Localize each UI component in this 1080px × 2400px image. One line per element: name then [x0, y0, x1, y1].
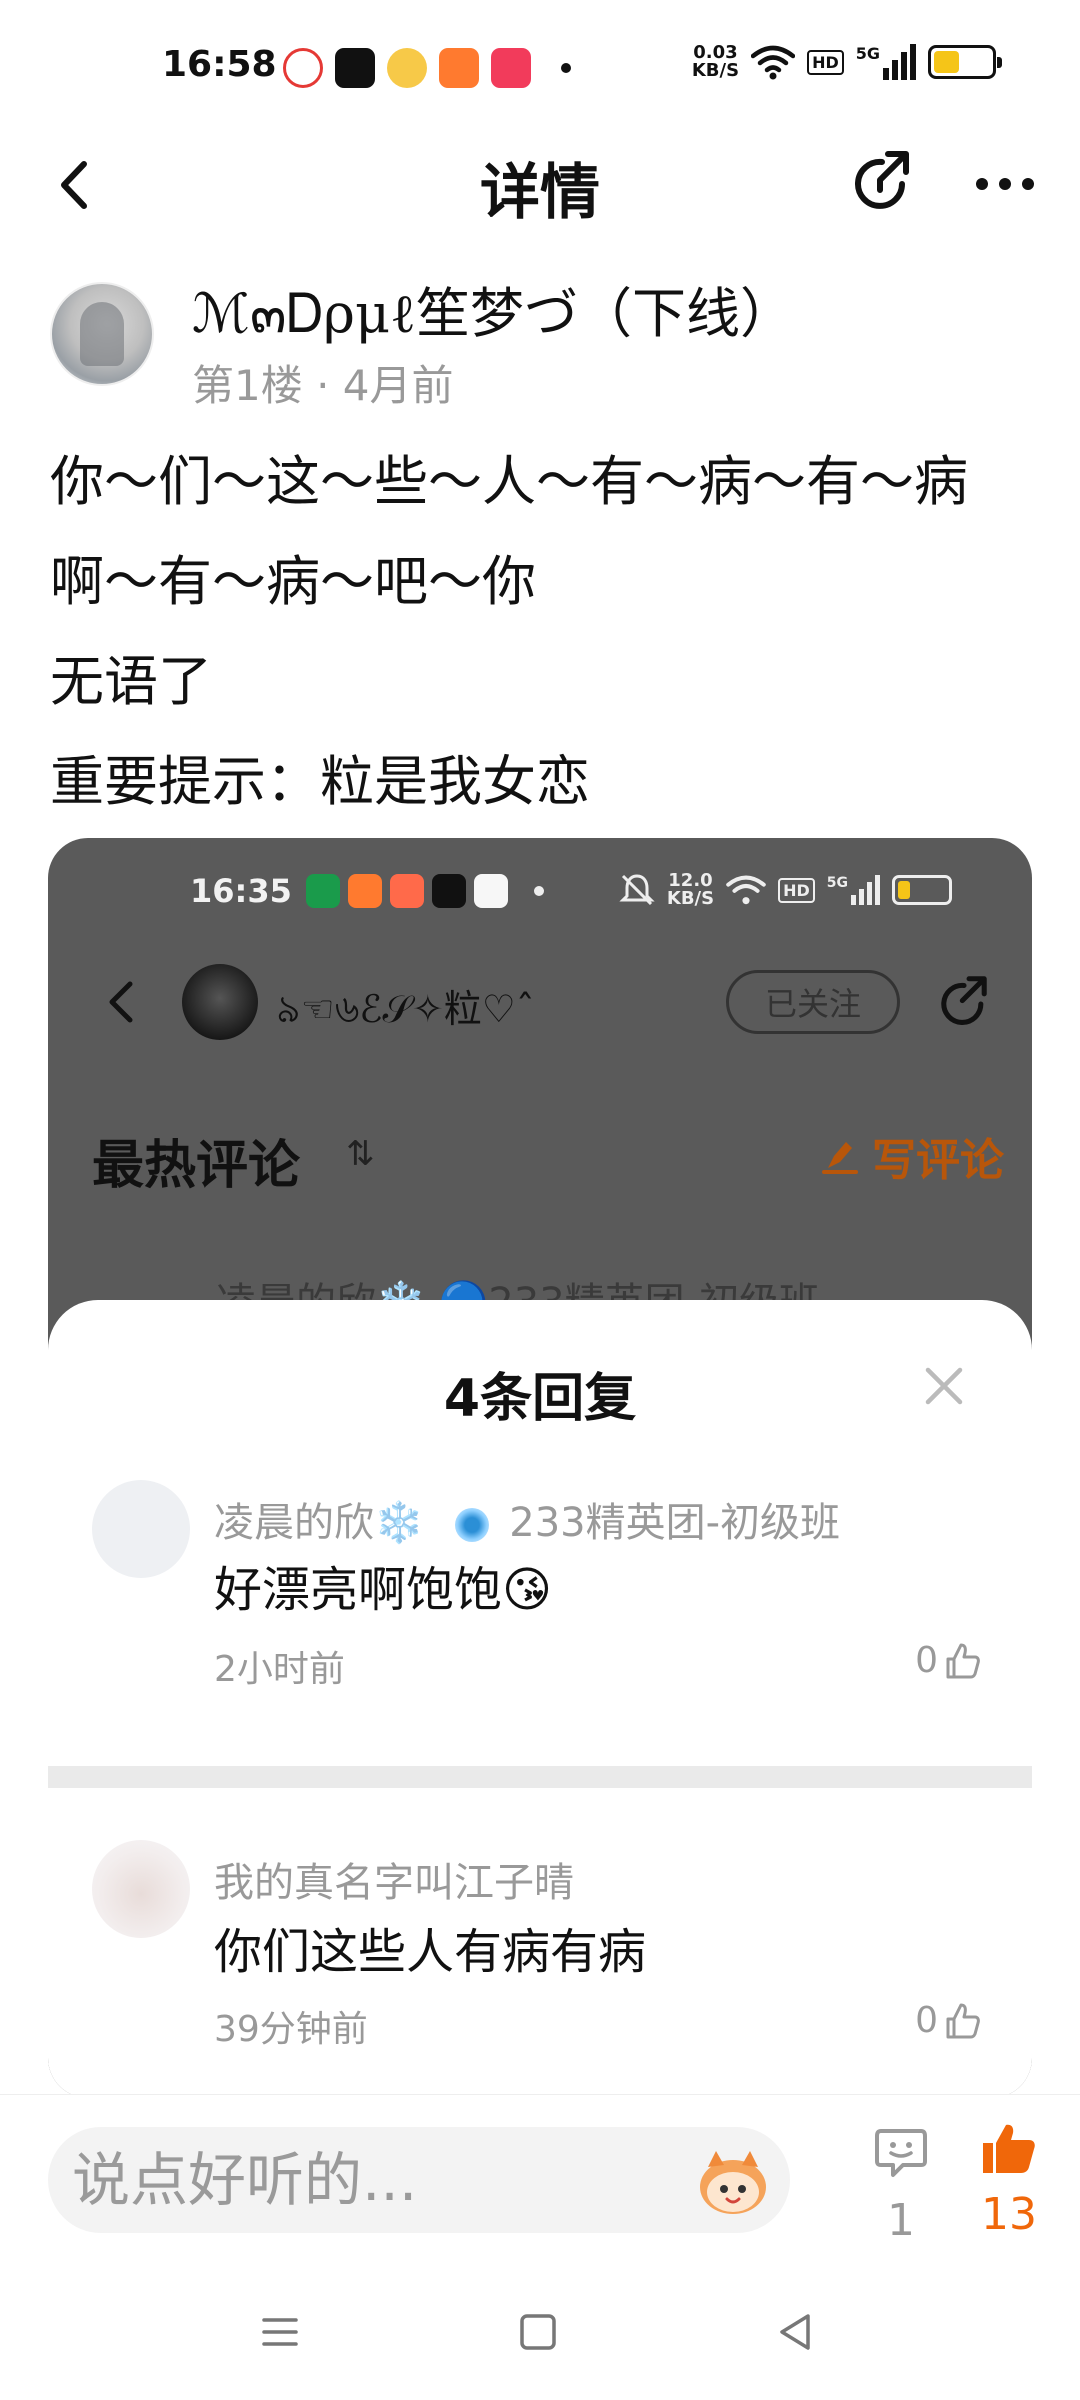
- thumbs-up-icon: [946, 1643, 980, 1678]
- reply-text: 你们这些人有病有病: [214, 1924, 647, 1980]
- reply-like-count: 0: [915, 2000, 938, 2041]
- write-comment-label: 写评论: [872, 1135, 1004, 1186]
- post-line: 无语了: [50, 650, 212, 713]
- thumbs-up-icon: [946, 2003, 980, 2038]
- wifi-icon: [751, 45, 796, 80]
- reply-item: 凌晨的欣❄️ 233精英团-初级班 好漂亮啊饱饱😘 2小时前 0: [48, 1480, 1032, 1740]
- author-name[interactable]: ℳ๓Ꭰρμℓ笙梦づ（下线）: [192, 282, 794, 346]
- comment-input[interactable]: [48, 2127, 790, 2233]
- net-speed: 0.03 KB/S: [692, 44, 739, 80]
- image-hd-badge: HD: [778, 877, 815, 903]
- home-nav-button[interactable]: [508, 2302, 568, 2362]
- image-net-speed: 12.0 KB/S: [667, 872, 714, 908]
- image-status-indicators: 12.0 KB/S HD 5G: [619, 872, 952, 908]
- image-write-comment: 写评论: [820, 1124, 1004, 1188]
- mute-icon: [619, 874, 655, 906]
- reply-author-badge: 233精英团-初级班: [509, 1500, 841, 1546]
- share-icon: [941, 976, 987, 1025]
- tiktok-icon: [432, 874, 466, 908]
- reply-divider: [48, 1766, 1032, 1788]
- reply-author: 凌晨的欣❄️ 233精英团-初级班: [214, 1490, 840, 1548]
- signal-icon: 5G: [856, 44, 916, 80]
- reply-like-count: 0: [915, 1640, 938, 1681]
- more-notifications-dot: [534, 886, 544, 896]
- signal-label: 5G: [855, 44, 880, 63]
- sort-icon: ⇅: [346, 1134, 375, 1174]
- post-author: ℳ๓Ꭰρμℓ笙梦づ（下线） 第1楼 · 4月前: [50, 282, 794, 413]
- pen-icon: [822, 1142, 858, 1174]
- notification-icons: [283, 48, 571, 88]
- post-image[interactable]: 16:35 12.0 KB/S HD 5G ৯☜৬ℰ𝒮✧粒♡ˆ 已关注 最热评论…: [48, 838, 1032, 2098]
- wifi-icon: [726, 875, 766, 905]
- reply-item: 我的真名字叫江子晴 你们这些人有病有病 39分钟前 0: [48, 1840, 1032, 2080]
- back-icon: [109, 981, 133, 1023]
- floor-info: 第1楼 · 4月前: [192, 361, 454, 410]
- image-follow-badge: 已关注: [726, 970, 900, 1034]
- replies-sheet: 4条回复 凌晨的欣❄️ 233精英团-初级班 好漂亮啊饱饱😘 2小时前 0 我的…: [48, 1300, 1032, 2098]
- net-speed-unit: KB/S: [691, 60, 740, 81]
- top-nav-bar: 详情: [0, 130, 1080, 240]
- battery-level: [934, 51, 960, 73]
- signal-icon: 5G: [827, 875, 880, 905]
- reply-time: 39分钟前: [214, 2009, 368, 2050]
- reply-author-name: 凌晨的欣❄️: [214, 1500, 424, 1546]
- replies-sheet-title: 4条回复: [443, 1369, 637, 1429]
- status-indicators: 0.03 KB/S HD 5G: [692, 44, 1002, 80]
- image-author-name: ৯☜৬ℰ𝒮✧粒♡ˆ: [276, 987, 535, 1031]
- reply-like: 0: [915, 1640, 982, 1681]
- post-line: 啊～有～病～吧～你: [50, 550, 536, 613]
- image-hot-comments-heading: 最热评论: [92, 1136, 301, 1196]
- badge-icon: [454, 1508, 489, 1542]
- system-nav-bar: [0, 2260, 1080, 2400]
- like-button[interactable]: 13: [964, 2121, 1054, 2240]
- live-app-icon: [283, 48, 323, 88]
- battery-icon: [928, 45, 1002, 79]
- post-content: 你～们～这～些～人～有～病～有～病 啊～有～病～吧～你 无语了 重要提示：粒是我…: [50, 432, 1040, 832]
- menu-nav-button[interactable]: [250, 2302, 310, 2362]
- more-options-button[interactable]: [960, 146, 1050, 222]
- post-line: 重要提示：粒是我女恋: [50, 750, 590, 813]
- post-line: 你～们～这～些～人～有～病～有～病: [50, 450, 968, 513]
- battery-icon: [892, 875, 952, 905]
- oppo-app-icon: [306, 874, 340, 908]
- author-avatar[interactable]: [50, 282, 154, 386]
- weibo-icon: [387, 48, 427, 88]
- kuaikan-icon: [390, 874, 424, 908]
- reply-like: 0: [915, 2000, 982, 2041]
- image-status-time: 16:35: [190, 872, 292, 910]
- reply-avatar: [92, 1840, 190, 1938]
- reply-text: 好漂亮啊饱饱😘: [214, 1562, 553, 1618]
- more-notifications-dot: [561, 63, 571, 73]
- video-app-icon: [474, 874, 508, 908]
- image-signal-label: 5G: [826, 875, 848, 891]
- tiktok-icon: [335, 48, 375, 88]
- back-nav-button[interactable]: [766, 2302, 826, 2362]
- reply-avatar: [92, 1480, 190, 1578]
- reply-author-name: 我的真名字叫江子晴: [214, 1860, 574, 1906]
- image-notification-icons: [306, 874, 544, 908]
- close-icon: [925, 1367, 963, 1405]
- comment-count: 1: [887, 2195, 915, 2246]
- kuaikan-icon: [348, 874, 382, 908]
- like-count: 13: [981, 2189, 1037, 2240]
- reply-time: 2小时前: [214, 1649, 345, 1690]
- video-app-icon: [491, 48, 531, 88]
- comments-button[interactable]: 1: [866, 2125, 936, 2246]
- share-button[interactable]: [844, 146, 920, 222]
- comment-bar: 1 13: [0, 2094, 1080, 2260]
- image-header: ৯☜৬ℰ𝒮✧粒♡ˆ 已关注: [48, 958, 1032, 1048]
- status-time: 16:58: [162, 44, 277, 85]
- kuaikan-icon: [439, 48, 479, 88]
- image-author-avatar: [182, 964, 258, 1040]
- image-status-bar: 16:35 12.0 KB/S HD 5G: [48, 868, 1032, 918]
- thumbs-up-icon: [983, 2124, 1035, 2173]
- hd-badge: HD: [807, 49, 844, 75]
- comment-bubble-icon: [875, 2129, 927, 2177]
- image-net-speed-unit: KB/S: [666, 888, 715, 909]
- emoji-mascot-icon[interactable]: [696, 2147, 770, 2217]
- status-bar: 16:58 0.03 KB/S HD 5G: [0, 0, 1080, 130]
